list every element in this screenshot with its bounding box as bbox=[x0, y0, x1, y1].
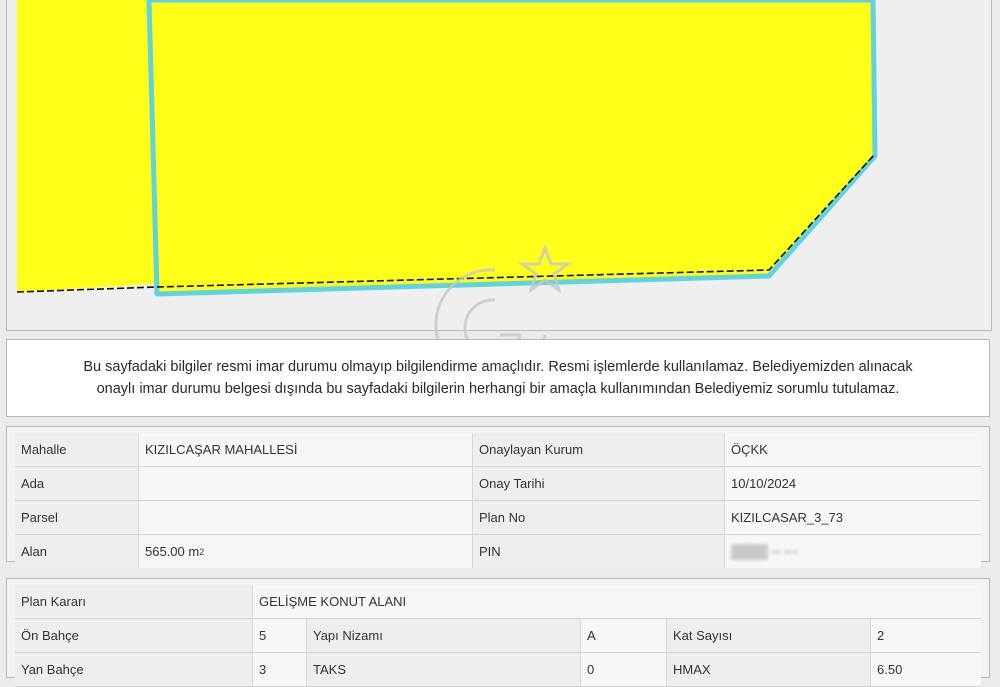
pin-label: PIN bbox=[473, 535, 725, 568]
taks-label: TAKS bbox=[307, 653, 581, 686]
yapi-nizami-value: A bbox=[581, 619, 667, 652]
disclaimer-notice: Bu sayfadaki bilgiler resmi imar durumu … bbox=[6, 339, 990, 417]
table-row: Ada Onay Tarihi 10/10/2024 bbox=[15, 467, 981, 501]
parsel-value-redacted bbox=[139, 501, 473, 534]
mahalle-label: Mahalle bbox=[15, 433, 139, 466]
hmax-value: 6.50 bbox=[871, 653, 981, 686]
alan-value: 565.00 m2 bbox=[139, 535, 473, 568]
ada-value-redacted bbox=[139, 467, 473, 500]
onay-tarihi-value: 10/10/2024 bbox=[725, 467, 981, 500]
yan-bahce-value: 3 bbox=[253, 653, 307, 686]
table-row: Parsel Plan No KIZILCASAR_3_73 bbox=[15, 501, 981, 535]
alan-label: Alan bbox=[15, 535, 139, 568]
parsel-label: Parsel bbox=[15, 501, 139, 534]
onaylayan-kurum-label: Onaylayan Kurum bbox=[473, 433, 725, 466]
table-row: Alan 565.00 m2 PIN ████ ▪▪ ▪▪▪ bbox=[15, 535, 981, 568]
hmax-label: HMAX bbox=[667, 653, 871, 686]
plan-karari-value: GELİŞME KONUT ALANI bbox=[253, 585, 981, 618]
plan-no-label: Plan No bbox=[473, 501, 725, 534]
kat-sayisi-label: Kat Sayısı bbox=[667, 619, 871, 652]
parcel-info-table: Mahalle KIZILCAŞAR MAHALLESİ Onaylayan K… bbox=[6, 426, 990, 568]
yan-bahce-label: Yan Bahçe bbox=[15, 653, 253, 686]
table-row: Plan Kararı GELİŞME KONUT ALANI bbox=[15, 585, 981, 619]
notice-line-1: Bu sayfadaki bilgiler resmi imar durumu … bbox=[83, 359, 913, 375]
table-row: Yan Bahçe 3 TAKS 0 HMAX 6.50 bbox=[15, 653, 981, 687]
plan-info-table: Plan Kararı GELİŞME KONUT ALANI Ön Bahçe… bbox=[6, 578, 990, 687]
yapi-nizami-label: Yapı Nizamı bbox=[307, 619, 581, 652]
onay-tarihi-label: Onay Tarihi bbox=[473, 467, 725, 500]
ada-label: Ada bbox=[15, 467, 139, 500]
neighbor-parcel bbox=[17, 0, 155, 292]
taks-value: 0 bbox=[581, 653, 667, 686]
table-row: Ön Bahçe 5 Yapı Nizamı A Kat Sayısı 2 bbox=[15, 619, 981, 653]
pin-value-redacted: ████ ▪▪ ▪▪▪ bbox=[725, 535, 981, 568]
plan-no-value: KIZILCASAR_3_73 bbox=[725, 501, 981, 534]
onaylayan-kurum-value: ÖÇKK bbox=[725, 433, 981, 466]
plan-karari-label: Plan Kararı bbox=[15, 585, 253, 618]
alan-number: 565.00 m bbox=[145, 544, 200, 559]
mahalle-value: KIZILCAŞAR MAHALLESİ bbox=[139, 433, 473, 466]
on-bahce-value: 5 bbox=[253, 619, 307, 652]
table-row: Mahalle KIZILCAŞAR MAHALLESİ Onaylayan K… bbox=[15, 433, 981, 467]
alan-unit-superscript: 2 bbox=[199, 546, 205, 557]
kat-sayisi-value: 2 bbox=[871, 619, 981, 652]
notice-line-2: onaylı imar durumu belgesi dışında bu sa… bbox=[96, 381, 900, 397]
pin-blur: ████ ▪▪ ▪▪▪ bbox=[731, 544, 799, 559]
on-bahce-label: Ön Bahçe bbox=[15, 619, 253, 652]
